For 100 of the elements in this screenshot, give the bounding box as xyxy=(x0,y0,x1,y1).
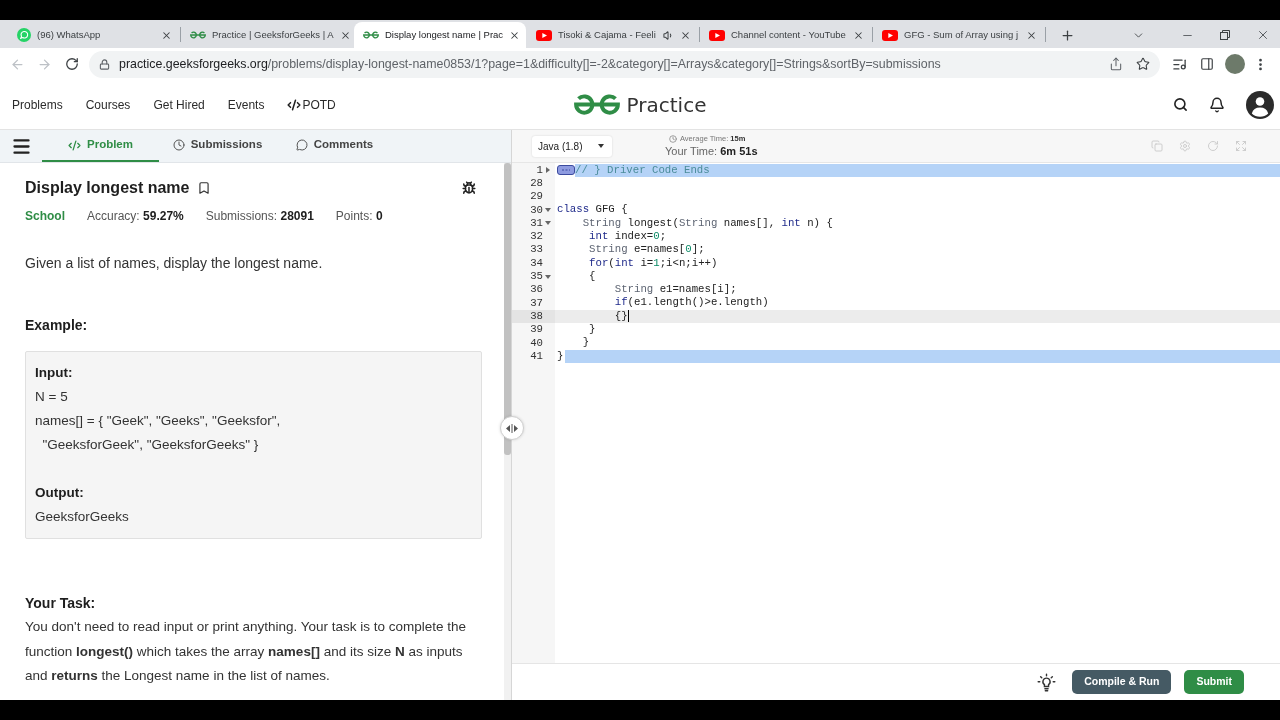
browser-tab[interactable]: Channel content - YouTube xyxy=(700,22,872,48)
code-line: String longest(String names[], int n) { xyxy=(582,216,833,230)
address-bar[interactable]: practice.geeksforgeeks.org/problems/display-longest-name0853/1?page=1&difficulty[]=-2&category[]=Arrays&category[]=Strings&sortBy=submissions xyxy=(89,50,1160,78)
browser-tab[interactable]: Tisoki & Cajama - Feeli xyxy=(527,22,699,48)
nav-link[interactable]: Events xyxy=(227,95,265,114)
playlist-icon[interactable] xyxy=(1172,56,1187,72)
code-line: int index=0; xyxy=(589,230,667,244)
example-text: GeeksforGeeks xyxy=(35,508,129,526)
submit-button[interactable]: Submit xyxy=(1184,670,1244,694)
stat-text: Accuracy: 59.27% xyxy=(87,208,184,225)
problem-title: Display longest name xyxy=(25,178,190,198)
panel-tab[interactable]: Problem xyxy=(42,130,159,162)
side-panel-icon[interactable] xyxy=(1200,57,1214,71)
language-select[interactable]: Java (1.8) xyxy=(532,135,612,157)
scrollbar-thumb[interactable] xyxy=(504,163,511,455)
example-text: names[] = { "Geek", "Geeks", "Geeksfor", xyxy=(35,412,281,430)
line-number: 29 xyxy=(530,190,543,204)
section-heading: Example: xyxy=(25,316,89,335)
panel-tab[interactable]: Comments xyxy=(276,130,393,162)
folded-code-icon[interactable] xyxy=(557,165,575,176)
browser-tab[interactable]: GFG - Sum of Array using j xyxy=(873,22,1045,48)
bug-icon[interactable] xyxy=(462,181,476,195)
line-number: 34 xyxy=(530,256,543,270)
example-text: N = 5 xyxy=(35,388,68,406)
line-number: 33 xyxy=(530,243,543,257)
code-line: } xyxy=(557,349,564,363)
browser-tab[interactable]: Practice | GeeksforGeeks | A xyxy=(181,22,353,48)
run-button[interactable]: Compile & Run xyxy=(1072,670,1172,694)
nav-link[interactable]: Courses xyxy=(85,95,131,114)
close-icon[interactable] xyxy=(680,29,691,41)
close-icon[interactable] xyxy=(1026,29,1037,41)
caret-down-icon[interactable] xyxy=(545,274,551,279)
caret-down-icon[interactable] xyxy=(545,208,551,213)
clock-icon xyxy=(669,135,677,143)
line-number: 36 xyxy=(530,283,543,297)
caret-right-icon[interactable] xyxy=(546,167,550,174)
plus-icon[interactable] xyxy=(1060,27,1075,43)
code-line: { xyxy=(589,269,596,284)
code-line: } xyxy=(582,336,590,350)
section-heading: Your Task: xyxy=(25,594,97,613)
logo-icon xyxy=(363,31,379,39)
stat-text: Points: 0 xyxy=(335,208,383,225)
example-label: Output: xyxy=(35,484,84,502)
code-line: {} xyxy=(614,309,628,324)
example-text: "GeeksforGeek", "GeeksforGeeks" } xyxy=(42,436,259,454)
close-icon[interactable] xyxy=(853,29,864,41)
panel-tab[interactable]: Submissions xyxy=(159,130,276,162)
problem-description: Given a list of names, display the longest name. xyxy=(25,254,324,273)
bell-icon[interactable] xyxy=(1209,96,1225,113)
line-number: 32 xyxy=(530,230,543,244)
code-line: if(e1.length()>e.length) xyxy=(614,296,769,310)
example-label: Input: xyxy=(35,364,73,382)
restore-icon[interactable] xyxy=(1220,30,1230,40)
speaker-icon[interactable] xyxy=(663,29,674,41)
code-line: String e=names[0]; xyxy=(589,243,705,257)
line-number: 39 xyxy=(530,323,543,337)
profile-avatar[interactable] xyxy=(1225,54,1245,74)
line-number: 40 xyxy=(530,336,543,350)
close-icon[interactable] xyxy=(161,29,172,41)
clock-icon xyxy=(172,139,185,151)
browser-tab[interactable]: (96) WhatsApp xyxy=(8,22,180,48)
code-line: for(int i=1;i<n;i++) xyxy=(589,256,718,270)
difficulty-label: School xyxy=(25,208,65,225)
user-avatar-icon[interactable] xyxy=(1246,90,1274,119)
line-number: 41 xyxy=(530,349,543,363)
code-icon xyxy=(68,138,81,152)
line-number: 30 xyxy=(530,203,543,217)
line-number: 37 xyxy=(530,296,543,310)
share-icon[interactable] xyxy=(1109,57,1123,71)
nav-link[interactable]: Get Hired xyxy=(153,95,205,114)
reload-icon[interactable] xyxy=(65,57,79,71)
logo-icon xyxy=(190,31,206,39)
code-line: } xyxy=(589,323,596,337)
code-line: class GFG { xyxy=(557,203,628,217)
close-icon[interactable] xyxy=(339,29,351,41)
close-icon[interactable] xyxy=(1256,28,1270,42)
caret-down-icon[interactable] xyxy=(545,221,551,226)
lock-icon[interactable] xyxy=(99,58,110,70)
line-number: 38 xyxy=(530,309,543,323)
code-line: String e1=names[i]; xyxy=(614,283,737,297)
lightbulb-icon[interactable] xyxy=(1037,672,1057,692)
bookmark-icon[interactable] xyxy=(196,181,211,195)
search-icon[interactable] xyxy=(1173,97,1188,112)
chat-bubble-icon xyxy=(17,28,31,42)
nav-link[interactable]: POTD xyxy=(287,95,336,114)
resize-arrows-icon xyxy=(506,423,518,433)
resize-handle[interactable] xyxy=(500,416,524,440)
chat-bubble-icon xyxy=(295,139,308,151)
star-icon[interactable] xyxy=(1136,57,1150,71)
play-button-icon xyxy=(536,29,552,41)
browser-tab[interactable]: Display longest name | Prac xyxy=(354,22,526,48)
line-number: 1 xyxy=(536,163,543,177)
close-icon[interactable] xyxy=(509,29,521,41)
text-cursor xyxy=(627,310,629,323)
play-button-icon xyxy=(882,29,898,41)
code-icon xyxy=(287,97,302,112)
line-number: 35 xyxy=(530,270,543,283)
logo-text[interactable]: Practice xyxy=(626,89,707,120)
nav-link[interactable]: Problems xyxy=(12,95,63,114)
stat-text: Submissions: 28091 xyxy=(205,208,314,225)
